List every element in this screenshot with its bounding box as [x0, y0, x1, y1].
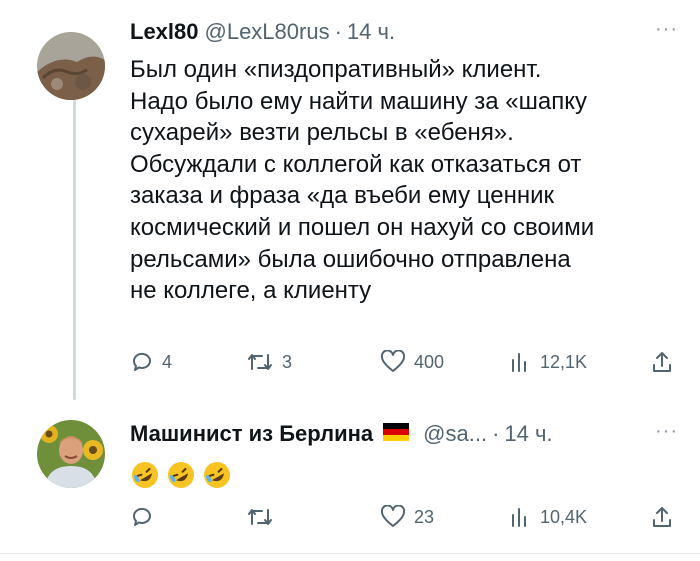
tweet-text: Был один «пиздопративный» клиент. Надо б… — [130, 56, 595, 305]
reply-icon — [132, 352, 151, 371]
separator-dot: · — [334, 19, 342, 44]
retweet-icon — [248, 509, 272, 525]
rolling-on-the-floor-laughing-emoji — [132, 462, 158, 488]
rolling-on-the-floor-laughing-emoji — [204, 462, 230, 488]
reply-count: 4 — [162, 351, 173, 372]
timestamp[interactable]: 14 ч. — [504, 420, 552, 448]
heart-icon — [380, 350, 406, 372]
share-icon — [653, 507, 671, 527]
divider — [0, 553, 700, 554]
timestamp[interactable]: 14 ч. — [347, 18, 395, 46]
display-name[interactable]: Lexl80 — [130, 18, 199, 46]
more-options-icon[interactable]: ··· — [655, 420, 678, 442]
share-icon — [653, 352, 671, 372]
reply-button[interactable] — [130, 505, 162, 529]
retweet-button[interactable] — [246, 505, 282, 529]
bar-chart-icon — [512, 353, 526, 372]
avatar[interactable] — [37, 32, 105, 100]
thread-connector-line — [73, 100, 76, 400]
tweet-actions: 23 10,4K — [130, 505, 700, 535]
retweet-count: 3 — [282, 351, 293, 372]
retweet-button[interactable]: 3 — [246, 350, 292, 374]
heart-icon — [380, 505, 406, 527]
tweet[interactable]: Lexl80 @LexL80rus · 14 ч. ··· Был один «… — [130, 18, 700, 307]
bar-chart-icon — [512, 508, 526, 527]
reply-button[interactable]: 4 — [130, 350, 172, 374]
share-button[interactable] — [650, 505, 674, 529]
separator-dot: · — [492, 421, 500, 446]
rolling-on-the-floor-laughing-emoji — [168, 462, 194, 488]
username-handle[interactable]: @LexL80rus — [205, 18, 330, 46]
like-button[interactable]: 400 — [380, 350, 444, 374]
avatar[interactable] — [37, 420, 105, 488]
more-options-icon[interactable]: ··· — [655, 18, 678, 40]
views-button[interactable]: 12,1K — [510, 350, 587, 374]
view-count: 12,1K — [540, 351, 588, 372]
share-button[interactable] — [650, 350, 674, 374]
tweet[interactable]: Машинист из Берлина @sa... · 14 ч. ··· — [130, 420, 700, 490]
reply-icon — [132, 507, 151, 526]
username-handle[interactable]: @sa... — [423, 420, 487, 448]
like-count: 400 — [414, 351, 445, 372]
display-name[interactable]: Машинист из Берлина — [130, 420, 373, 448]
like-count: 23 — [414, 506, 435, 527]
retweet-icon — [248, 354, 272, 370]
germany-flag-icon — [383, 420, 410, 448]
tweet-emojis — [130, 460, 700, 490]
tweet-actions: 4 3 400 12,1K — [130, 350, 700, 380]
tweet-header: Машинист из Берлина @sa... · 14 ч. — [130, 420, 700, 448]
tweet-header: Lexl80 @LexL80rus · 14 ч. — [130, 18, 700, 46]
view-count: 10,4K — [540, 506, 588, 527]
like-button[interactable]: 23 — [380, 505, 434, 529]
views-button[interactable]: 10,4K — [510, 505, 587, 529]
